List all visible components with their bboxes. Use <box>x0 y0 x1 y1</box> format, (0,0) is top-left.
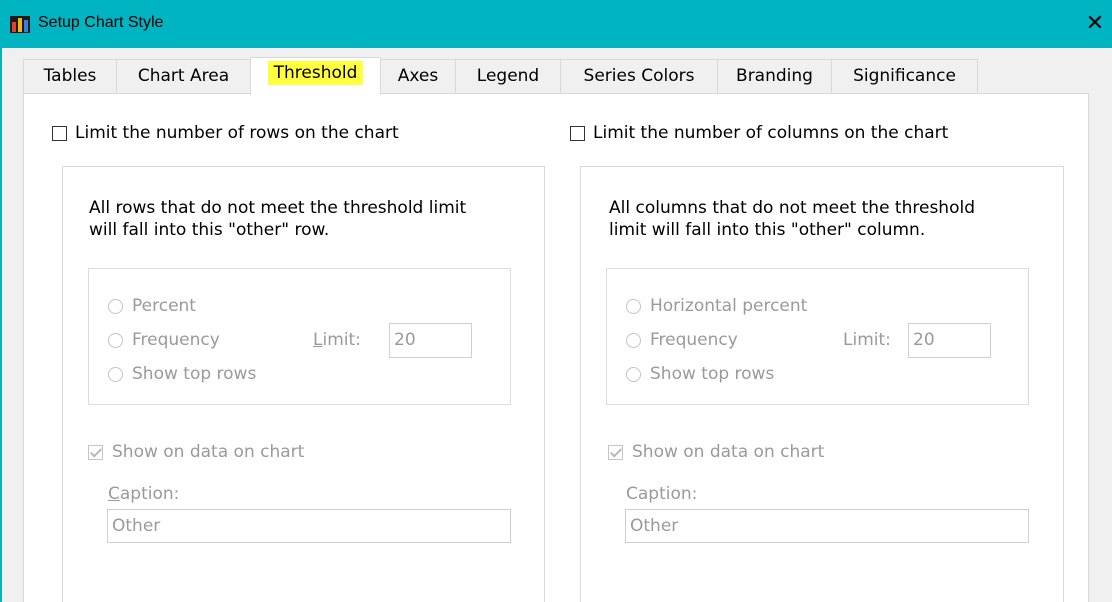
close-icon[interactable]: ✕ <box>1078 0 1112 48</box>
tab-tables[interactable]: Tables <box>23 59 117 94</box>
columns-show-top-radio[interactable] <box>626 367 641 382</box>
tab-chart-area[interactable]: Chart Area <box>116 59 251 94</box>
columns-frequency-label: Frequency <box>650 330 738 350</box>
tab-series-colors[interactable]: Series Colors <box>560 59 718 94</box>
columns-horizontal-percent-radio[interactable] <box>626 299 641 314</box>
tab-significance[interactable]: Significance <box>831 59 978 94</box>
rows-show-top-label: Show top rows <box>132 364 257 384</box>
rows-percent-radio[interactable] <box>108 299 123 314</box>
limit-columns-checkbox[interactable] <box>570 126 585 141</box>
columns-frequency-radio[interactable] <box>626 333 641 348</box>
rows-frequency-label: Frequency <box>132 330 220 350</box>
rows-caption-label: Caption: <box>108 484 180 504</box>
rows-description: All rows that do not meet the threshold … <box>89 198 467 240</box>
columns-description: All columns that do not meet the thresho… <box>609 198 975 240</box>
rows-limit-input[interactable]: 20 <box>389 323 472 358</box>
limit-rows-checkbox[interactable] <box>52 126 67 141</box>
tab-branding[interactable]: Branding <box>717 59 832 94</box>
rows-caption-input[interactable]: Other <box>107 509 511 543</box>
tab-axes[interactable]: Axes <box>380 59 456 94</box>
bar-chart-icon <box>10 16 30 33</box>
columns-limit-input[interactable]: 20 <box>908 323 991 358</box>
tab-threshold[interactable]: Threshold <box>250 57 381 95</box>
columns-show-data-checkbox[interactable] <box>608 445 623 460</box>
limit-rows-label: Limit the number of rows on the chart <box>75 123 399 143</box>
columns-caption-label: Caption: <box>626 484 698 504</box>
columns-show-data-label: Show on data on chart <box>632 442 825 462</box>
rows-percent-label: Percent <box>132 296 196 316</box>
rows-show-data-label: Show on data on chart <box>112 442 305 462</box>
rows-show-top-radio[interactable] <box>108 367 123 382</box>
columns-horizontal-percent-label: Horizontal percent <box>650 296 808 316</box>
tab-legend[interactable]: Legend <box>455 59 561 94</box>
limit-columns-label: Limit the number of columns on the chart <box>593 123 949 143</box>
rows-limit-label: Limit: <box>313 330 361 350</box>
columns-caption-input[interactable]: Other <box>625 509 1029 543</box>
columns-show-top-label: Show top rows <box>650 364 775 384</box>
rows-frequency-radio[interactable] <box>108 333 123 348</box>
columns-limit-label: Limit: <box>843 330 891 350</box>
title-bar: Setup Chart Style ✕ <box>0 0 1112 48</box>
window-border <box>0 48 2 602</box>
window-title: Setup Chart Style <box>38 14 164 31</box>
rows-show-data-checkbox[interactable] <box>88 445 103 460</box>
